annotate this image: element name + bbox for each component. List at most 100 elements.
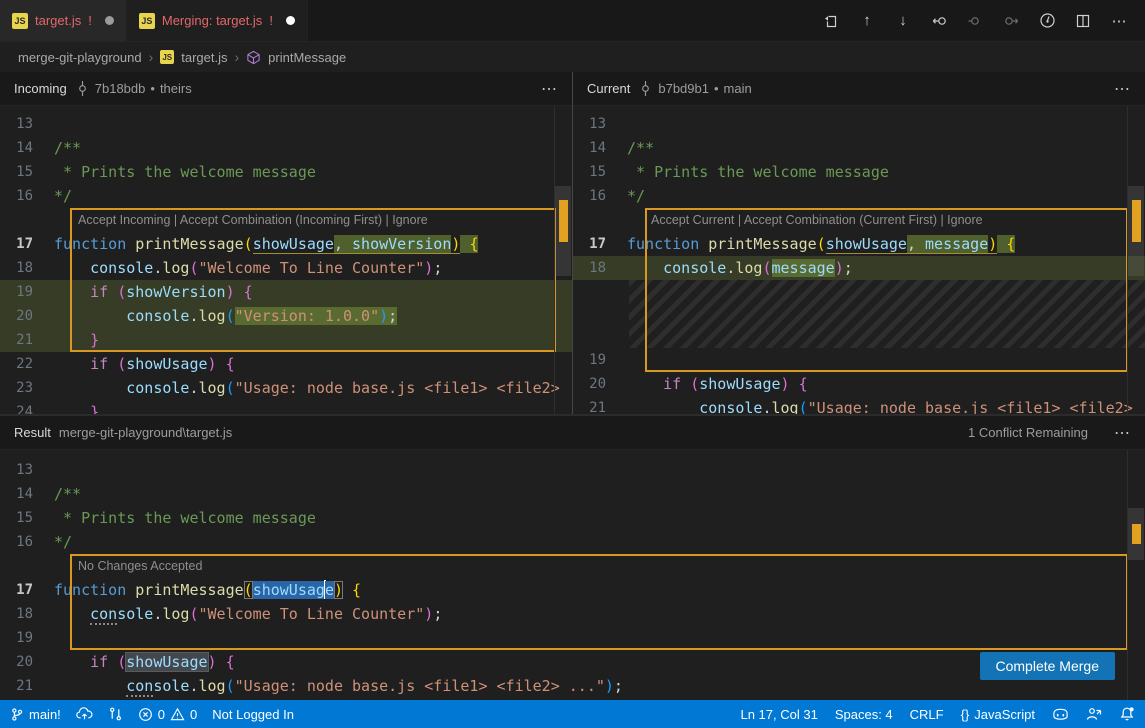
git-commit-icon [638,81,653,96]
current-code-editor[interactable]: 1314/**15 * Prints the welcome message16… [573,106,1145,414]
branch-item[interactable]: main! [10,707,61,722]
result-code-editor[interactable]: 1314/**15 * Prints the welcome message16… [0,450,1145,700]
deleted-region-hatch [629,280,1145,348]
person-feedback-icon [1086,706,1102,722]
language-label: JavaScript [974,707,1035,722]
error-count: 0 [158,707,165,722]
copilot-item[interactable] [1052,706,1069,722]
overview-ruler[interactable] [1127,106,1145,414]
line-number: 16 [0,184,54,208]
next-change-icon[interactable]: ↓ [893,11,913,31]
code-line: 24 } [0,400,572,414]
result-header: Result merge-git-playground\target.js 1 … [0,415,1145,450]
tab-label: target.js [35,13,81,28]
conflict-action-bar[interactable]: No Changes Accepted [0,554,1145,578]
code-line: 19 if (showVersion) { [0,280,572,304]
git-conflict-badge: ! [269,13,273,28]
git-commit-icon [75,81,90,96]
pane-title: Current [587,81,630,96]
line-number: 17 [0,232,54,256]
line-number: 17 [0,578,54,602]
open-changes-icon[interactable] [821,11,841,31]
incoming-code-editor[interactable]: 1314/**15 * Prints the welcome message16… [0,106,572,414]
previous-conflict-icon[interactable] [929,11,949,31]
tab-label: Merging: target.js [162,13,262,28]
dot-separator: • [150,81,155,96]
line-number: 15 [0,506,54,530]
code-line: 17function printMessage(showUsage, messa… [573,232,1145,256]
pane-title: Result [14,425,51,440]
tab-bar: JS target.js ! JS Merging: target.js ! ↑… [0,0,1145,42]
error-icon [138,707,153,722]
breadcrumb-symbol[interactable]: printMessage [268,50,346,65]
warning-icon [170,707,185,722]
more-actions-icon[interactable]: ⋯ [1114,79,1131,99]
line-number: 21 [0,328,54,352]
login-status-label: Not Logged In [212,707,294,722]
javascript-file-icon: JS [12,13,28,29]
chevron-right-icon: › [149,49,154,65]
language-mode-item[interactable]: {} JavaScript [961,707,1035,722]
notifications-item[interactable] [1119,706,1135,722]
breadcrumb-folder[interactable]: merge-git-playground [18,50,142,65]
current-pane: Current b7bd9b1 • main ⋯ 1314/**15 * Pri… [573,72,1145,414]
feedback-item[interactable] [1086,706,1102,722]
code-line: 20 if (showUsage) { [0,650,1145,674]
line-number: 22 [0,352,54,376]
line-number: 20 [0,304,54,328]
code-line: 16*/ [573,184,1145,208]
more-actions-icon[interactable]: ⋯ [541,79,558,99]
next-conflict-icon[interactable] [1001,11,1021,31]
git-branch-icon [10,707,24,722]
ref-name: theirs [160,81,192,96]
previous-change-icon[interactable]: ↑ [857,11,877,31]
tab-target-js[interactable]: JS target.js ! [0,0,127,41]
compare-changes-item[interactable] [108,706,123,722]
conflict-action-bar[interactable]: Accept Incoming | Accept Combination (In… [0,208,572,232]
current-conflict-icon[interactable] [965,11,985,31]
line-number: 19 [0,280,54,304]
complete-merge-button[interactable]: Complete Merge [980,652,1116,680]
branch-label: main! [29,707,61,722]
show-base-icon[interactable] [1037,11,1057,31]
split-editor-icon[interactable] [1073,11,1093,31]
line-number: 14 [0,136,54,160]
line-number: 15 [573,160,627,184]
problems-item[interactable]: 0 0 [138,707,197,722]
conflict-marker [1132,524,1141,544]
more-actions-icon[interactable]: ⋯ [1114,423,1131,443]
current-header: Current b7bd9b1 • main ⋯ [573,72,1145,106]
more-actions-icon[interactable]: ⋯ [1109,11,1129,31]
line-number: 15 [0,160,54,184]
eol-item[interactable]: CRLF [910,707,944,722]
login-status-item[interactable]: Not Logged In [212,707,294,722]
line-number: 23 [0,376,54,400]
conflict-action-bar[interactable]: Accept Current | Accept Combination (Cur… [573,208,1145,232]
modified-dot-icon[interactable] [105,16,114,25]
overview-ruler[interactable] [554,106,572,414]
line-number: 14 [573,136,627,160]
code-line: 13 [0,458,1145,482]
conflict-remaining-status: 1 Conflict Remaining [968,425,1088,440]
line-number: 24 [0,400,54,414]
overview-ruler[interactable] [1127,450,1145,700]
incoming-header: Incoming 7b18bdb • theirs ⋯ [0,72,572,106]
commit-hash: b7bd9b1 [658,81,709,96]
modified-dot-icon[interactable] [286,16,295,25]
tab-merging-target-js[interactable]: JS Merging: target.js ! [127,0,308,41]
code-line: 15 * Prints the welcome message [573,160,1145,184]
breadcrumb-file[interactable]: target.js [181,50,227,65]
git-conflict-badge: ! [88,13,92,28]
code-line: 20 if (showUsage) { [573,372,1145,396]
code-line: 18 console.log("Welcome To Line Counter"… [0,256,572,280]
indentation-item[interactable]: Spaces: 4 [835,707,893,722]
breadcrumb: merge-git-playground › JS target.js › pr… [0,42,1145,72]
compare-changes-icon [108,706,123,722]
code-line: 17function printMessage(showUsage, showV… [0,232,572,256]
cursor-position-item[interactable]: Ln 17, Col 31 [740,707,817,722]
status-bar: main! 0 0 Not Logged In Ln 17, Col 31 Sp… [0,700,1145,728]
copilot-icon [1052,706,1069,722]
line-number: 21 [573,396,627,414]
warning-count: 0 [190,707,197,722]
publish-item[interactable] [76,706,93,722]
